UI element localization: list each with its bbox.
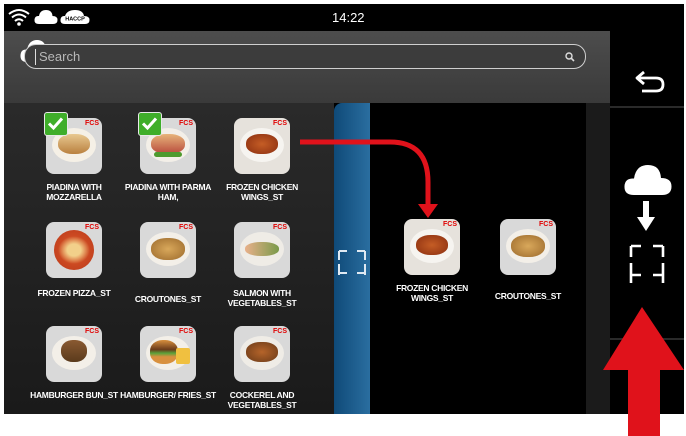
product-list: FCS PIADINA WITH MOZZARELLA FCS PIADINA … [4,103,334,414]
product-label: CROUTONES_ST [134,294,202,304]
clock: 14:22 [332,10,365,25]
product-label: HAMBURGER BUN_ST [30,390,118,400]
selected-item[interactable]: FCS CROUTONES_ST [480,219,576,315]
drop-zone-divider[interactable] [334,103,370,414]
product-thumbnail: FCS [140,222,196,278]
fcs-badge: FCS [85,328,99,335]
product-item[interactable]: FCS PIADINA WITH MOZZARELLA [26,112,122,214]
product-thumbnail: FCS [404,219,460,275]
device-screen: HACCP 14:22 Search FCS PIADINA WITH MOZZ… [4,4,684,414]
product-thumbnail: FCS [46,326,102,382]
search-placeholder: Search [39,49,81,64]
search-icon[interactable] [565,52,575,62]
fcs-badge: FCS [85,120,99,127]
product-item[interactable]: FCS SALMON WITH VEGETABLES_ST [214,222,310,318]
status-bar: HACCP 14:22 [4,4,684,31]
cloud-icon [624,165,672,195]
product-label: FROZEN CHICKEN WINGS_ST [226,182,298,202]
product-label: COCKEREL AND VEGETABLES_ST [227,390,297,410]
fcs-badge: FCS [273,120,287,127]
checkmark-icon [141,117,158,131]
product-label: FROZEN PIZZA_ST [37,288,111,298]
panel-gutter [586,103,610,414]
product-thumbnail: FCS [500,219,556,275]
fcs-badge: FCS [85,224,99,231]
product-thumbnail: FCS [234,326,290,382]
product-label: SALMON WITH VEGETABLES_ST [227,288,297,308]
fcs-badge: FCS [273,328,287,335]
selected-label: CROUTONES_ST [494,291,562,301]
product-label: PIADINA WITH MOZZARELLA [46,182,102,202]
search-input[interactable]: Search [24,44,586,69]
selected-label: FROZEN CHICKEN WINGS_ST [396,283,468,303]
product-item[interactable]: FCS CROUTONES_ST [120,222,216,318]
checkmark-icon [47,117,64,131]
selected-programs-panel: FCS FROZEN CHICKEN WINGS_ST FCS CROUTONE… [370,103,586,414]
haccp-text: HACCP [65,17,85,23]
product-item[interactable]: FCS PIADINA WITH PARMA HAM, [120,112,216,214]
cloud-icon [34,10,58,24]
product-item[interactable]: FCS FROZEN PIZZA_ST [26,222,122,318]
fcs-badge: FCS [179,328,193,335]
product-thumbnail: FCS [234,118,290,174]
product-thumbnail: FCS [46,222,102,278]
product-thumbnail: FCS [140,326,196,382]
down-arrow-icon [637,201,655,231]
cloud-download-button[interactable] [610,151,684,321]
product-item[interactable]: FCS HAMBURGER/ FRIES_ST [120,326,216,414]
checkbox-checked[interactable] [138,112,162,136]
haccp-cloud-icon: HACCP [60,10,90,24]
text-cursor [35,49,36,65]
product-label: HAMBURGER/ FRIES_ST [120,390,216,400]
frame-icon [338,250,366,275]
fcs-badge: FCS [179,120,193,127]
back-icon[interactable] [634,68,666,94]
selected-item[interactable]: FCS FROZEN CHICKEN WINGS_ST [384,219,480,315]
toolbar-divider [610,338,684,340]
toolbar-divider [610,106,684,108]
product-item[interactable]: FCS HAMBURGER BUN_ST [26,326,122,414]
product-label: PIADINA WITH PARMA HAM, [124,182,212,202]
frame-icon [629,244,665,283]
product-item[interactable]: FCS COCKEREL AND VEGETABLES_ST [214,326,310,414]
fcs-badge: FCS [443,221,457,228]
fcs-badge: FCS [539,221,553,228]
fcs-badge: FCS [273,224,287,231]
product-item[interactable]: FCS FROZEN CHICKEN WINGS_ST [214,118,310,214]
product-thumbnail: FCS [234,222,290,278]
wifi-icon [8,9,30,26]
checkbox-checked[interactable] [44,112,68,136]
fcs-badge: FCS [179,224,193,231]
right-toolbar [610,31,684,414]
